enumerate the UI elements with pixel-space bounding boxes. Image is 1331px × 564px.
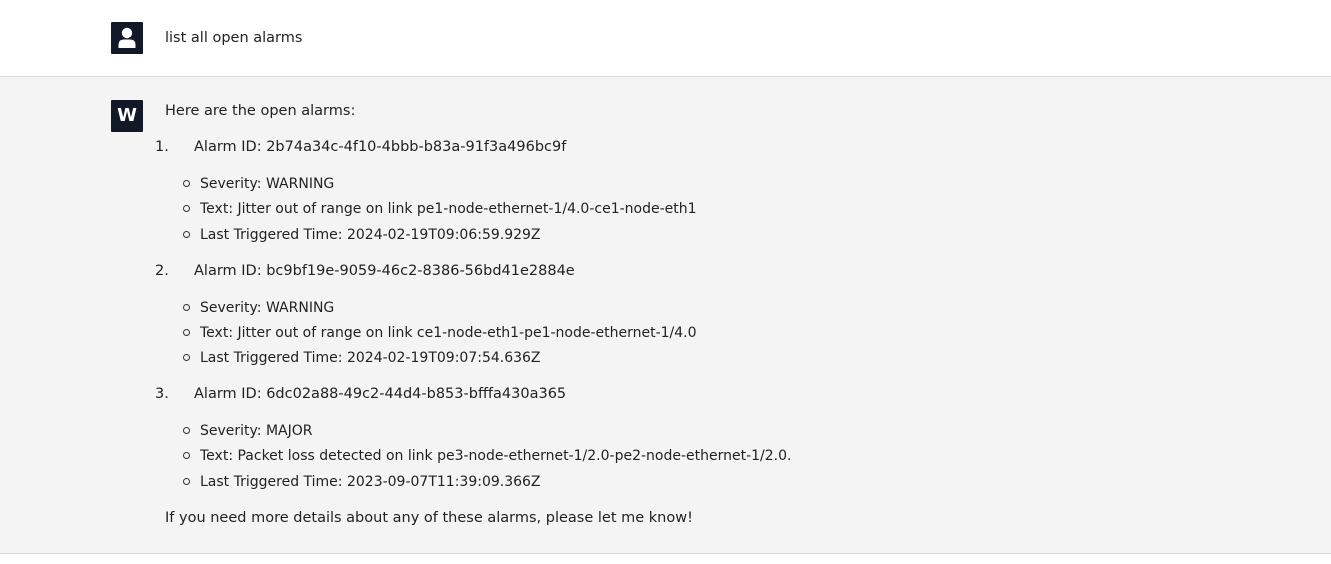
alarm-id: Alarm ID: bc9bf19e-9059-46c2-8386-56bd41…: [194, 263, 575, 279]
alarm-last-triggered: Last Triggered Time: 2023-09-07T11:39:09…: [200, 474, 541, 490]
bullet-icon: [183, 304, 190, 311]
alarm-number: 3.: [155, 386, 169, 402]
bullet-icon: [183, 329, 190, 336]
alarm-text: Text: Jitter out of range on link pe1-no…: [200, 201, 697, 217]
assistant-intro: Here are the open alarms:: [165, 103, 356, 119]
assistant-message-row: W Here are the open alarms: 1. Alarm ID:…: [0, 77, 1331, 554]
bullet-icon: [183, 452, 190, 459]
alarm-severity: Severity: WARNING: [200, 300, 335, 316]
alarm-severity: Severity: MAJOR: [200, 423, 313, 439]
alarm-number: 2.: [155, 263, 169, 279]
alarm-text: Text: Packet loss detected on link pe3-n…: [200, 448, 792, 464]
bullet-icon: [183, 180, 190, 187]
bullet-icon: [183, 205, 190, 212]
alarm-text: Text: Jitter out of range on link ce1-no…: [200, 325, 697, 341]
alarm-severity: Severity: WARNING: [200, 176, 335, 192]
user-message-text: list all open alarms: [165, 30, 303, 46]
bullet-icon: [183, 354, 190, 361]
assistant-avatar: W: [111, 100, 143, 132]
bullet-icon: [183, 231, 190, 238]
bullet-icon: [183, 478, 190, 485]
user-avatar: [111, 22, 143, 54]
bottom-area: [0, 554, 1331, 564]
alarm-last-triggered: Last Triggered Time: 2024-02-19T09:06:59…: [200, 227, 541, 243]
alarm-id: Alarm ID: 6dc02a88-49c2-44d4-b853-bfffa4…: [194, 386, 567, 402]
person-icon: [118, 27, 136, 48]
user-message-row: list all open alarms: [0, 0, 1331, 77]
alarm-number: 1.: [155, 139, 169, 155]
alarm-last-triggered: Last Triggered Time: 2024-02-19T09:07:54…: [200, 350, 541, 366]
assistant-outro: If you need more details about any of th…: [165, 510, 693, 526]
bullet-icon: [183, 427, 190, 434]
alarm-id: Alarm ID: 2b74a34c-4f10-4bbb-b83a-91f3a4…: [194, 139, 567, 155]
